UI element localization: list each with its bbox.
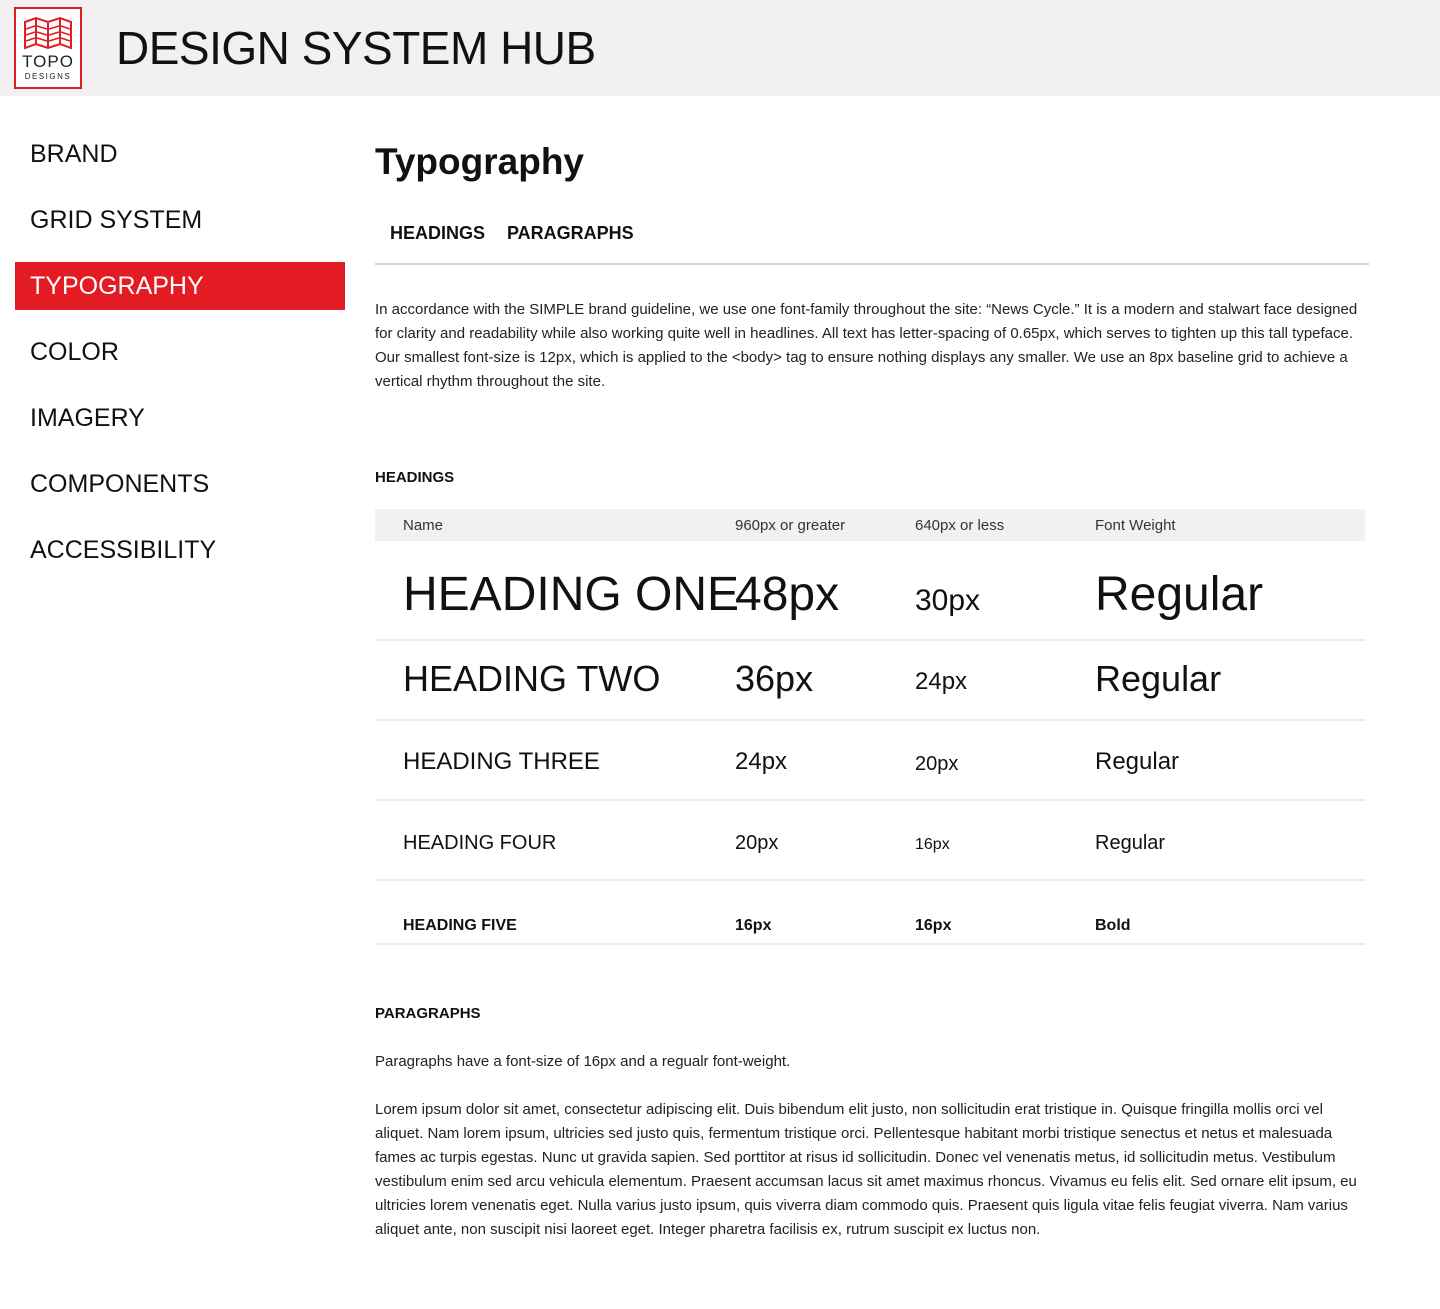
site-header: TOPO DESIGNS DESIGN SYSTEM HUB: [0, 0, 1440, 96]
mobile-size-cell: 20px: [915, 753, 959, 775]
map-icon: [24, 16, 72, 50]
table-row: HEADING TWO 36px 24px Regular: [375, 641, 1365, 721]
sidebar-item-grid-system[interactable]: GRID SYSTEM: [15, 196, 345, 244]
mobile-size-cell: 16px: [915, 836, 950, 853]
table-header: Name 960px or greater 640px or less Font…: [375, 509, 1365, 541]
desktop-size-cell: 36px: [735, 658, 814, 699]
heading-name-cell: HEADING FIVE: [403, 917, 517, 934]
paragraph-size-note: Paragraphs have a font-size of 16px and …: [375, 1053, 791, 1070]
paragraphs-section-title: PARAGRAPHS: [375, 1005, 481, 1022]
tab-paragraphs[interactable]: PARAGRAPHS: [507, 218, 634, 248]
mobile-size-cell: 16px: [915, 917, 952, 934]
tab-bar: HEADINGS PARAGRAPHS: [375, 218, 1369, 265]
heading-name-cell: HEADING TWO: [403, 658, 661, 699]
intro-paragraph: In accordance with the SIMPLE brand guid…: [375, 301, 1358, 390]
logo-wordmark-top: TOPO: [22, 52, 74, 71]
column-header-desktop: 960px or greater: [735, 517, 846, 534]
font-weight-cell: Regular: [1095, 832, 1166, 854]
headings-section-title: HEADINGS: [375, 469, 455, 486]
heading-name-cell: HEADING ONE: [403, 568, 740, 621]
table-row: HEADING FIVE 16px 16px Bold: [375, 881, 1365, 945]
sidebar-item-brand[interactable]: BRAND: [15, 130, 345, 178]
table-row: HEADING THREE 24px 20px Regular: [375, 721, 1365, 801]
topo-logo[interactable]: TOPO DESIGNS: [14, 7, 82, 89]
page-title: Typography: [375, 141, 584, 182]
desktop-size-cell: 48px: [735, 568, 840, 621]
sidebar-item-typography[interactable]: TYPOGRAPHY: [15, 262, 345, 310]
column-header-weight: Font Weight: [1095, 517, 1176, 534]
table-row: HEADING FOUR 20px 16px Regular: [375, 801, 1365, 881]
font-weight-cell: Regular: [1095, 748, 1180, 775]
mobile-size-cell: 30px: [915, 584, 981, 617]
sidebar-item-accessibility[interactable]: ACCESSIBILITY: [15, 526, 345, 574]
sidebar-item-imagery[interactable]: IMAGERY: [15, 394, 345, 442]
mobile-size-cell: 24px: [915, 668, 968, 695]
tab-headings[interactable]: HEADINGS: [390, 218, 485, 248]
font-weight-cell: Regular: [1095, 568, 1264, 621]
desktop-size-cell: 16px: [735, 917, 772, 934]
sidebar-item-color[interactable]: COLOR: [15, 328, 345, 376]
heading-name-cell: HEADING THREE: [403, 748, 600, 775]
column-header-mobile: 640px or less: [915, 517, 1005, 534]
desktop-size-cell: 20px: [735, 832, 779, 854]
headings-table: Name 960px or greater 640px or less Font…: [375, 509, 1365, 945]
heading-name-cell: HEADING FOUR: [403, 832, 557, 854]
desktop-size-cell: 24px: [735, 748, 788, 775]
site-title: DESIGN SYSTEM HUB: [116, 22, 596, 74]
font-weight-cell: Bold: [1095, 917, 1131, 934]
sidebar-nav: BRAND GRID SYSTEM TYPOGRAPHY COLOR IMAGE…: [15, 130, 345, 592]
column-header-name: Name: [403, 517, 444, 534]
font-weight-cell: Regular: [1095, 658, 1222, 699]
table-row: HEADING ONE 48px 30px Regular: [375, 541, 1365, 641]
logo-wordmark-bottom: DESIGNS: [24, 72, 72, 81]
sidebar-item-components[interactable]: COMPONENTS: [15, 460, 345, 508]
sample-paragraph: Lorem ipsum dolor sit amet, consectetur …: [375, 1101, 1357, 1238]
